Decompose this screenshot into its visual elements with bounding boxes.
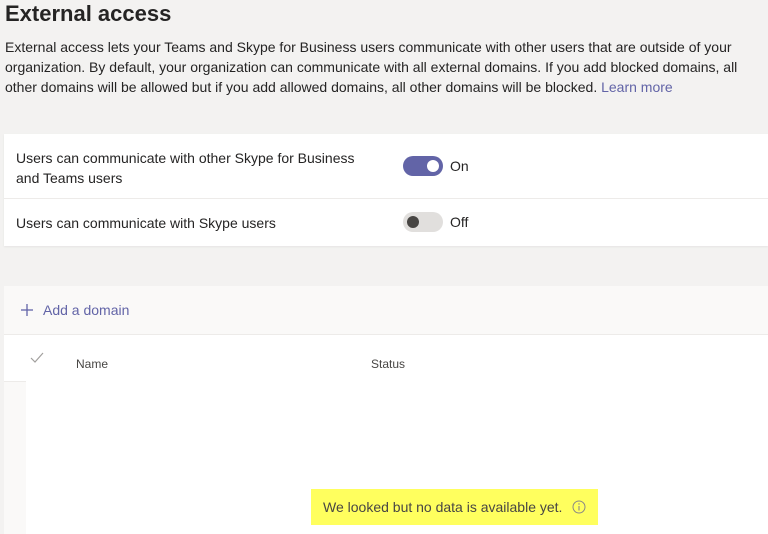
check-icon[interactable] — [30, 352, 44, 364]
setting-label: Users can communicate with Skype users — [16, 215, 276, 231]
domain-table-body: We looked but no data is available yet. — [26, 381, 768, 534]
setting-label: Users can communicate with other Skype f… — [16, 150, 355, 186]
page-title: External access — [5, 1, 172, 26]
plus-icon — [21, 304, 33, 316]
add-domain-button[interactable]: Add a domain — [20, 298, 129, 322]
toggle-knob — [407, 216, 419, 228]
toggle-state-label: On — [450, 158, 469, 174]
page-description: External access lets your Teams and Skyp… — [5, 37, 763, 97]
settings-card: Users can communicate with other Skype f… — [4, 134, 768, 246]
empty-state-text: We looked but no data is available yet. — [323, 499, 563, 515]
add-domain-label: Add a domain — [43, 302, 130, 318]
column-header-name[interactable]: Name — [76, 357, 108, 371]
toggle-skype-users[interactable] — [403, 212, 443, 232]
column-header-status[interactable]: Status — [371, 357, 405, 371]
learn-more-link[interactable]: Learn more — [601, 79, 673, 95]
info-icon — [572, 500, 586, 514]
empty-state-message: We looked but no data is available yet. — [311, 489, 599, 525]
toggle-state-label: Off — [450, 214, 469, 230]
setting-row-skype-business-teams: Users can communicate with other Skype f… — [4, 134, 768, 199]
toggle-knob — [427, 160, 439, 172]
domain-table-header: Name Status — [4, 334, 768, 382]
setting-row-skype-users: Users can communicate with Skype users O… — [4, 199, 768, 246]
toggle-skype-business-teams[interactable] — [403, 156, 443, 176]
domain-panel: Add a domain Name Status We looked but n… — [4, 286, 768, 534]
